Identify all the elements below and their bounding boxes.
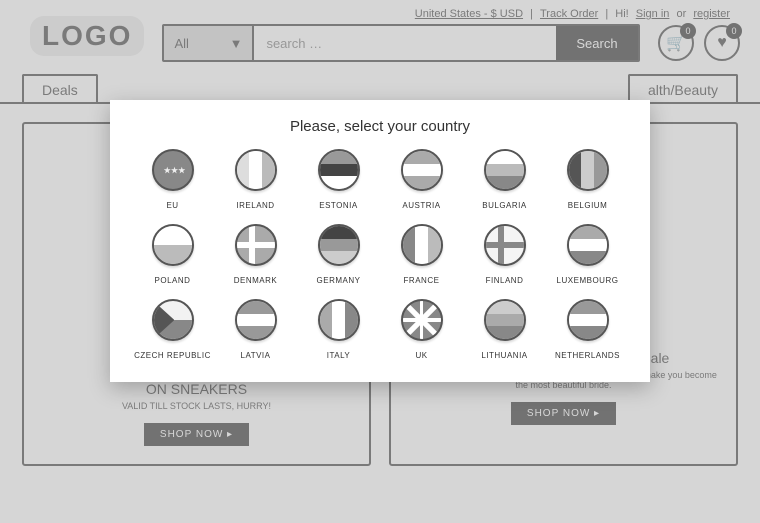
country-label: LUXEMBOURG bbox=[557, 276, 619, 285]
flag-icon bbox=[235, 299, 277, 341]
flag-icon bbox=[401, 149, 443, 191]
flag-icon bbox=[567, 224, 609, 266]
country-bulgaria[interactable]: BULGARIA bbox=[466, 149, 543, 210]
country-label: AUSTRIA bbox=[402, 201, 440, 210]
country-finland[interactable]: FINLAND bbox=[466, 224, 543, 285]
country-label: FINLAND bbox=[486, 276, 524, 285]
flag-icon bbox=[235, 149, 277, 191]
country-czech-republic[interactable]: CZECH REPUBLIC bbox=[134, 299, 211, 360]
country-estonia[interactable]: ESTONIA bbox=[300, 149, 377, 210]
country-label: ESTONIA bbox=[319, 201, 357, 210]
country-eu[interactable]: ⋆⋆⋆ EU bbox=[134, 149, 211, 210]
country-label: ITALY bbox=[327, 351, 351, 360]
flag-icon bbox=[318, 299, 360, 341]
country-italy[interactable]: ITALY bbox=[300, 299, 377, 360]
country-label: FRANCE bbox=[404, 276, 440, 285]
flag-icon bbox=[401, 299, 443, 341]
flag-icon bbox=[318, 224, 360, 266]
country-luxembourg[interactable]: LUXEMBOURG bbox=[549, 224, 626, 285]
flag-icon bbox=[567, 149, 609, 191]
country-france[interactable]: FRANCE bbox=[383, 224, 460, 285]
country-ireland[interactable]: IRELAND bbox=[217, 149, 294, 210]
country-label: CZECH REPUBLIC bbox=[134, 351, 211, 360]
flag-icon bbox=[401, 224, 443, 266]
country-grid: ⋆⋆⋆ EU IRELAND ESTONIA AUSTRIA BULGARIA BELGIU… bbox=[134, 149, 626, 360]
flag-icon bbox=[318, 149, 360, 191]
flag-icon bbox=[152, 224, 194, 266]
country-poland[interactable]: POLAND bbox=[134, 224, 211, 285]
flag-icon bbox=[484, 149, 526, 191]
country-label: BULGARIA bbox=[482, 201, 526, 210]
country-label: IRELAND bbox=[236, 201, 274, 210]
country-label: DENMARK bbox=[234, 276, 278, 285]
country-denmark[interactable]: DENMARK bbox=[217, 224, 294, 285]
flag-icon bbox=[235, 224, 277, 266]
country-germany[interactable]: GERMANY bbox=[300, 224, 377, 285]
country-label: EU bbox=[166, 201, 178, 210]
country-label: GERMANY bbox=[317, 276, 361, 285]
flag-icon bbox=[484, 224, 526, 266]
modal-title: Please, select your country bbox=[134, 118, 626, 135]
country-austria[interactable]: AUSTRIA bbox=[383, 149, 460, 210]
modal-overlay[interactable]: Please, select your country ⋆⋆⋆ EU IRELAND… bbox=[0, 0, 760, 523]
country-lithuania[interactable]: LITHUANIA bbox=[466, 299, 543, 360]
country-label: LATVIA bbox=[241, 351, 271, 360]
country-select-modal: Please, select your country ⋆⋆⋆ EU IRELAND… bbox=[110, 100, 650, 382]
country-label: UK bbox=[415, 351, 427, 360]
country-netherlands[interactable]: NETHERLANDS bbox=[549, 299, 626, 360]
flag-icon bbox=[484, 299, 526, 341]
flag-icon bbox=[567, 299, 609, 341]
country-latvia[interactable]: LATVIA bbox=[217, 299, 294, 360]
country-label: BELGIUM bbox=[568, 201, 608, 210]
flag-icon bbox=[152, 299, 194, 341]
country-label: NETHERLANDS bbox=[555, 351, 620, 360]
country-label: LITHUANIA bbox=[481, 351, 527, 360]
country-belgium[interactable]: BELGIUM bbox=[549, 149, 626, 210]
country-label: POLAND bbox=[155, 276, 191, 285]
country-uk[interactable]: UK bbox=[383, 299, 460, 360]
flag-icon: ⋆⋆⋆ bbox=[152, 149, 194, 191]
